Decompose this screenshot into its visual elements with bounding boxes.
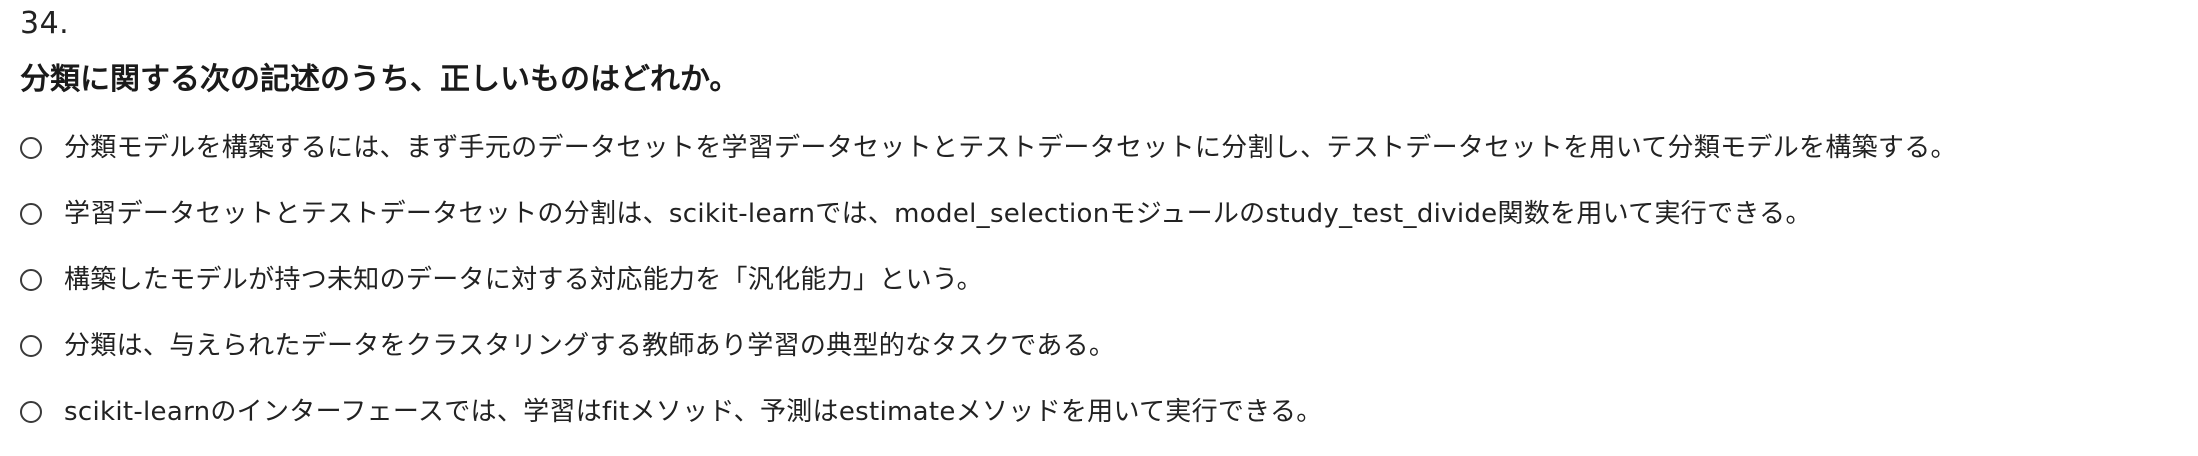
answer-option-label-5: scikit-learnのインターフェースでは、学習はfitメソッド、予測はes… — [64, 397, 1323, 427]
question-page: 34. 分類に関する次の記述のうち、正しいものはどれか。 分類モデルを構築するに… — [0, 0, 2198, 452]
answer-option-label-3: 構築したモデルが持つ未知のデータに対する対応能力を「汎化能力」という。 — [64, 265, 983, 295]
answer-option-3[interactable]: 構築したモデルが持つ未知のデータに対する対応能力を「汎化能力」という。 — [20, 258, 2190, 302]
answer-options: 分類モデルを構築するには、まず手元のデータセットを学習データセットとテストデータ… — [20, 126, 2190, 456]
answer-option-4[interactable]: 分類は、与えられたデータをクラスタリングする教師あり学習の典型的なタスクである。 — [20, 324, 2190, 368]
answer-option-label-1: 分類モデルを構築するには、まず手元のデータセットを学習データセットとテストデータ… — [64, 133, 1957, 163]
question-number: 34. — [20, 6, 70, 41]
radio-button-4[interactable] — [20, 335, 42, 357]
answer-option-label-4: 分類は、与えられたデータをクラスタリングする教師あり学習の典型的なタスクである。 — [64, 331, 1116, 361]
radio-button-5[interactable] — [20, 401, 42, 423]
radio-button-1[interactable] — [20, 137, 42, 159]
answer-option-label-2: 学習データセットとテストデータセットの分割は、scikit-learnでは、mo… — [64, 199, 1812, 229]
question-title: 分類に関する次の記述のうち、正しいものはどれか。 — [20, 62, 740, 97]
answer-option-5[interactable]: scikit-learnのインターフェースでは、学習はfitメソッド、予測はes… — [20, 390, 2190, 434]
answer-option-2[interactable]: 学習データセットとテストデータセットの分割は、scikit-learnでは、mo… — [20, 192, 2190, 236]
radio-button-3[interactable] — [20, 269, 42, 291]
radio-button-2[interactable] — [20, 203, 42, 225]
answer-option-1[interactable]: 分類モデルを構築するには、まず手元のデータセットを学習データセットとテストデータ… — [20, 126, 2190, 170]
